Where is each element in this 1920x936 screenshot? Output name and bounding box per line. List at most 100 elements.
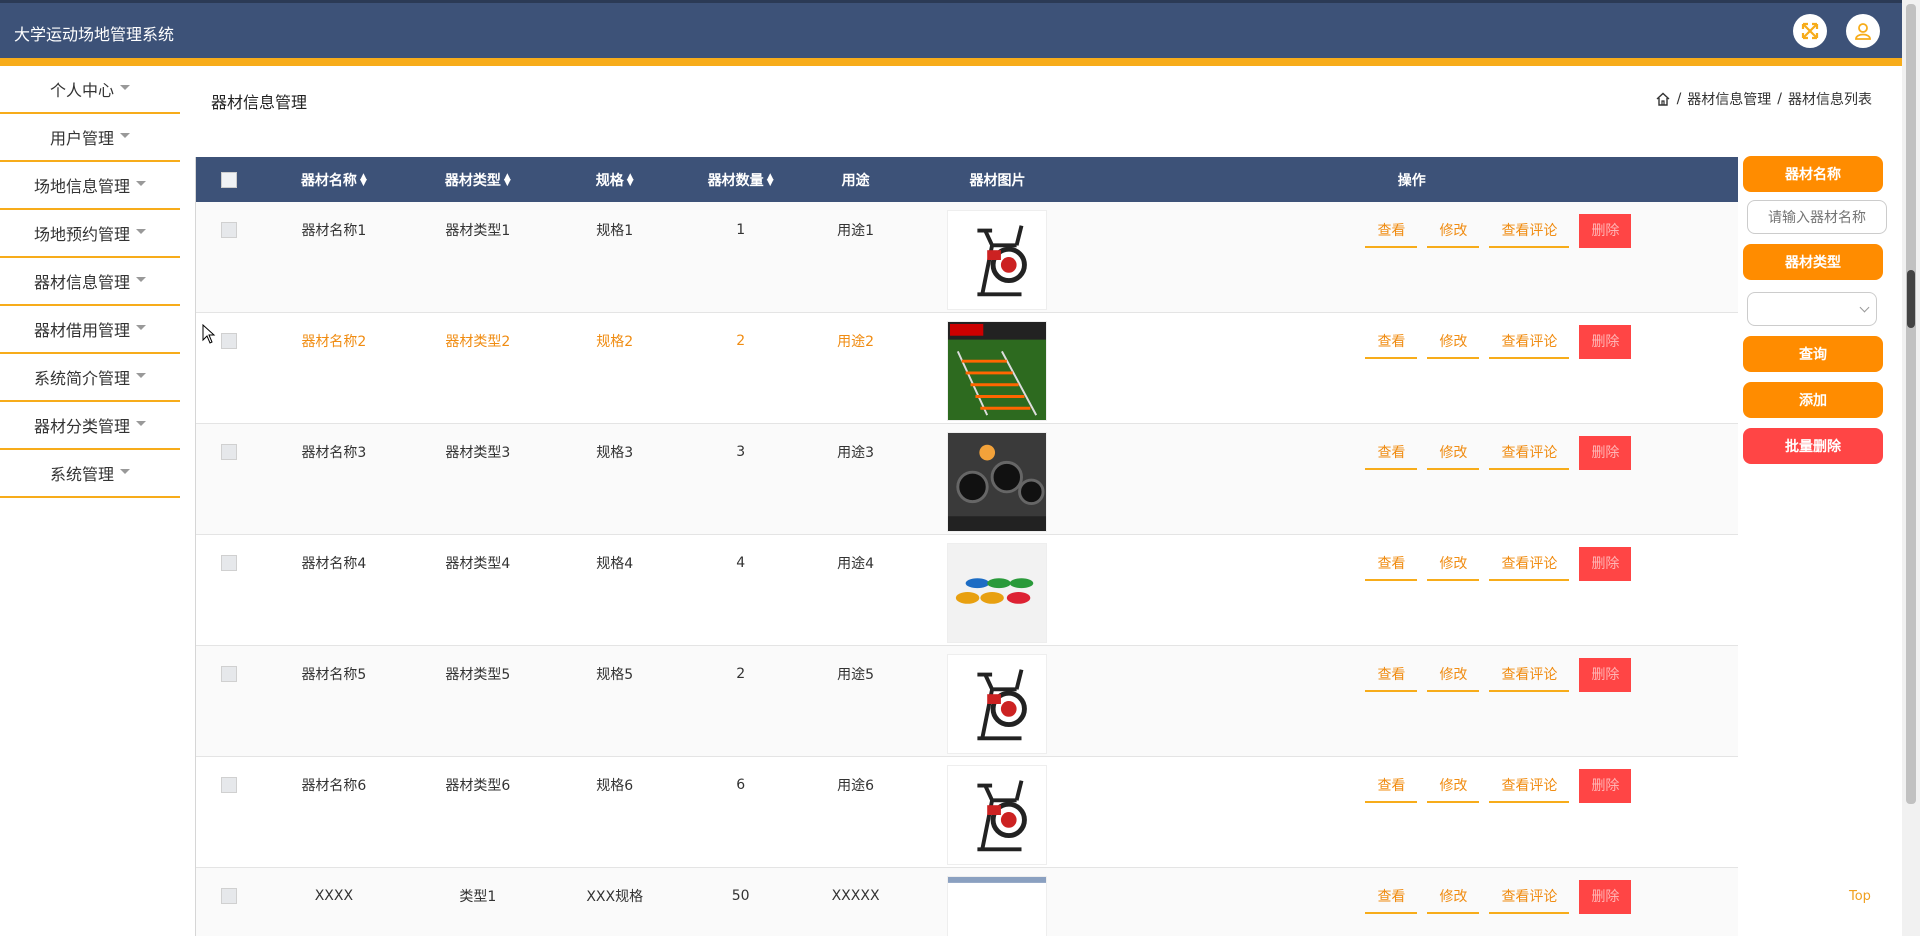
edit-button[interactable]: 修改 <box>1427 325 1480 359</box>
row-checkbox[interactable] <box>220 332 237 349</box>
column-header-type[interactable]: 器材类型 ▲ ▼ <box>406 170 550 190</box>
column-header-name[interactable]: 器材名称 ▲ ▼ <box>262 170 406 190</box>
sort-icon[interactable]: ▲ ▼ <box>627 172 634 187</box>
home-icon[interactable] <box>1655 91 1671 107</box>
top-header: 大学运动场地管理系统 <box>0 0 1902 58</box>
sidebar-item-venue-booking[interactable]: 场地预约管理 <box>0 210 180 258</box>
delete-button[interactable]: 删除 <box>1579 547 1632 581</box>
cell-qty: 2 <box>736 332 746 349</box>
cell-qty: 4 <box>736 554 746 571</box>
sidebar-item-label: 用户管理 <box>49 129 114 148</box>
agility-ladder-image[interactable] <box>947 321 1048 421</box>
table-body: 器材名称1 器材类型1 规格1 1 用途1 查看 修改 查看评论 删除 器材名称2 器材类型2 规格2… <box>196 202 1738 936</box>
type-select[interactable] <box>1747 292 1877 326</box>
equipment-image[interactable] <box>947 876 1048 936</box>
delete-button[interactable]: 删除 <box>1579 880 1632 914</box>
column-header-image: 器材图片 <box>969 172 1026 189</box>
row-checkbox[interactable] <box>220 776 237 793</box>
delete-button[interactable]: 删除 <box>1579 436 1632 470</box>
fullscreen-button[interactable] <box>1793 14 1827 48</box>
cell-name: 器材名称6 <box>301 777 367 794</box>
edit-button[interactable]: 修改 <box>1427 658 1480 692</box>
gym-bikes-image[interactable] <box>947 432 1048 532</box>
spin-bike-image[interactable] <box>947 765 1048 865</box>
cell-type: 器材类型5 <box>445 666 511 683</box>
table-row[interactable]: 器材名称6 器材类型6 规格6 6 用途6 查看 修改 查看评论 删除 <box>196 757 1738 868</box>
delete-button[interactable]: 删除 <box>1579 325 1632 359</box>
edit-button[interactable]: 修改 <box>1427 880 1480 914</box>
row-checkbox[interactable] <box>220 221 237 238</box>
view-button[interactable]: 查看 <box>1365 547 1418 581</box>
table-row[interactable]: 器材名称5 器材类型5 规格5 2 用途5 查看 修改 查看评论 删除 <box>196 646 1738 757</box>
view-button[interactable]: 查看 <box>1365 880 1418 914</box>
view-comments-button[interactable]: 查看评论 <box>1489 658 1570 692</box>
view-button[interactable]: 查看 <box>1365 769 1418 803</box>
sidebar-item-equipment-info[interactable]: 器材信息管理 <box>0 258 180 306</box>
row-checkbox[interactable] <box>220 443 237 460</box>
view-comments-button[interactable]: 查看评论 <box>1489 214 1570 248</box>
edit-button[interactable]: 修改 <box>1427 436 1480 470</box>
delete-button[interactable]: 删除 <box>1579 658 1632 692</box>
agility-dots-image[interactable] <box>947 543 1048 643</box>
view-comments-button[interactable]: 查看评论 <box>1489 436 1570 470</box>
column-label: 器材数量 <box>707 172 764 189</box>
table-header: 器材名称 ▲ ▼ 器材类型 ▲ ▼ 规格 ▲ ▼ 器材数量 ▲ ▼ 用途 器材图片 操作 <box>196 157 1738 202</box>
back-to-top-link[interactable]: Top <box>1849 889 1871 904</box>
column-header-qty[interactable]: 器材数量 ▲ ▼ <box>680 170 802 190</box>
delete-button[interactable]: 删除 <box>1579 769 1632 803</box>
spin-bike-image[interactable] <box>947 210 1048 310</box>
cell-use: 用途5 <box>837 666 875 683</box>
cell-qty: 6 <box>736 776 746 793</box>
table-row[interactable]: 器材名称3 器材类型3 规格3 3 用途3 查看 修改 查看评论 删除 <box>196 424 1738 535</box>
spin-bike-image[interactable] <box>947 654 1048 754</box>
row-checkbox[interactable] <box>220 887 237 904</box>
cell-type: 类型1 <box>459 888 497 905</box>
sidebar-item-label: 器材借用管理 <box>33 321 130 340</box>
sidebar-item-venue-info[interactable]: 场地信息管理 <box>0 162 180 210</box>
sidebar-item-personal-center[interactable]: 个人中心 <box>0 66 180 114</box>
scrollbar-thumb[interactable] <box>1906 4 1916 804</box>
sidebar-item-equipment-category[interactable]: 器材分类管理 <box>0 402 180 450</box>
add-button[interactable]: 添加 <box>1743 382 1883 418</box>
sidebar-item-users[interactable]: 用户管理 <box>0 114 180 162</box>
view-button[interactable]: 查看 <box>1365 436 1418 470</box>
table-row[interactable]: XXXX 类型1 XXX规格 50 XXXXX 查看 修改 查看评论 删除 <box>196 868 1738 936</box>
name-search-input[interactable] <box>1747 200 1887 234</box>
cell-use: 用途6 <box>837 777 875 794</box>
caret-down-icon <box>136 372 146 378</box>
sort-icon[interactable]: ▲ ▼ <box>504 172 511 187</box>
page-title: 器材信息管理 <box>211 93 308 112</box>
breadcrumb-level1[interactable]: 器材信息管理 <box>1687 89 1771 109</box>
table-row[interactable]: 器材名称2 器材类型2 规格2 2 用途2 查看 修改 查看评论 删除 <box>196 313 1738 424</box>
column-header-spec[interactable]: 规格 ▲ ▼ <box>550 170 680 190</box>
column-header-use: 用途 <box>841 172 870 189</box>
edit-button[interactable]: 修改 <box>1427 547 1480 581</box>
view-comments-button[interactable]: 查看评论 <box>1489 880 1570 914</box>
view-button[interactable]: 查看 <box>1365 658 1418 692</box>
view-button[interactable]: 查看 <box>1365 214 1418 248</box>
row-checkbox[interactable] <box>220 554 237 571</box>
sidebar-item-system-intro[interactable]: 系统简介管理 <box>0 354 180 402</box>
sort-icon[interactable]: ▲ ▼ <box>767 172 774 187</box>
edit-button[interactable]: 修改 <box>1427 214 1480 248</box>
view-comments-button[interactable]: 查看评论 <box>1489 769 1570 803</box>
sidebar-item-equipment-borrow[interactable]: 器材借用管理 <box>0 306 180 354</box>
table-row[interactable]: 器材名称4 器材类型4 规格4 4 用途4 查看 修改 查看评论 删除 <box>196 535 1738 646</box>
view-comments-button[interactable]: 查看评论 <box>1489 547 1570 581</box>
view-button[interactable]: 查看 <box>1365 325 1418 359</box>
row-checkbox[interactable] <box>220 665 237 682</box>
sort-icon[interactable]: ▲ ▼ <box>360 172 367 187</box>
page-scrollbar[interactable] <box>1902 0 1920 936</box>
breadcrumb-separator: / <box>1676 91 1682 107</box>
delete-button[interactable]: 删除 <box>1579 214 1632 248</box>
query-button[interactable]: 查询 <box>1743 336 1883 372</box>
table-row[interactable]: 器材名称1 器材类型1 规格1 1 用途1 查看 修改 查看评论 删除 <box>196 202 1738 313</box>
cell-qty: 50 <box>731 887 750 904</box>
select-all-checkbox[interactable] <box>220 171 237 188</box>
equipment-table: 器材名称 ▲ ▼ 器材类型 ▲ ▼ 规格 ▲ ▼ 器材数量 ▲ ▼ 用途 器材图片 操作 器材名… <box>195 157 1738 936</box>
edit-button[interactable]: 修改 <box>1427 769 1480 803</box>
view-comments-button[interactable]: 查看评论 <box>1489 325 1570 359</box>
sidebar-item-system-admin[interactable]: 系统管理 <box>0 450 180 498</box>
batch-delete-button[interactable]: 批量删除 <box>1743 428 1883 464</box>
user-button[interactable] <box>1846 14 1880 48</box>
